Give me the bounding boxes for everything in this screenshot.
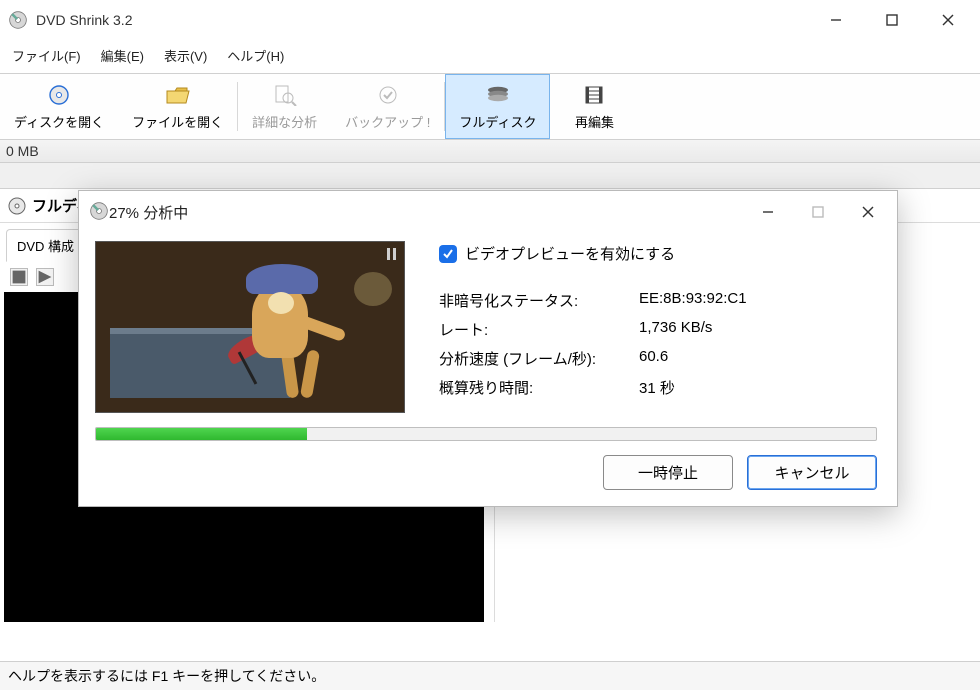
toolbar-analyze: 詳細な分析 bbox=[238, 74, 331, 139]
menubar: ファイル(F) 編集(E) 表示(V) ヘルプ(H) bbox=[0, 40, 980, 74]
dialog-title: 27% 分析中 bbox=[109, 202, 188, 223]
cancel-button[interactable]: キャンセル bbox=[747, 455, 877, 490]
preview-checkbox-label: ビデオプレビューを有効にする bbox=[465, 243, 675, 264]
dialog-minimize-button[interactable] bbox=[743, 191, 793, 233]
toolbar-open-disc[interactable]: ディスクを開く bbox=[0, 74, 118, 139]
video-preview-thumbnail bbox=[95, 241, 405, 413]
toolbar-open-file[interactable]: ファイルを開く bbox=[118, 74, 237, 139]
toolbar-full-disc[interactable]: フルディスク bbox=[445, 74, 550, 139]
row-rate: レート: 1,736 KB/s bbox=[439, 319, 877, 340]
analyze-dialog: 27% 分析中 ビデオプレビ bbox=[78, 190, 898, 507]
magnifier-doc-icon bbox=[272, 84, 298, 106]
toolbar-backup-label: バックアップ ! bbox=[345, 112, 430, 131]
backup-icon bbox=[375, 84, 401, 106]
app-icon bbox=[8, 10, 28, 30]
main-minimize-button[interactable] bbox=[808, 0, 864, 40]
progress-bar bbox=[95, 427, 877, 441]
app-title: DVD Shrink 3.2 bbox=[36, 12, 132, 28]
toolbar-open-file-label: ファイルを開く bbox=[132, 112, 223, 131]
row-eta: 概算残り時間: 31 秒 bbox=[439, 377, 877, 398]
fps-label: 分析速度 (フレーム/秒): bbox=[439, 348, 639, 369]
stack-disc-icon bbox=[485, 84, 511, 106]
eta-value: 31 秒 bbox=[639, 377, 877, 398]
dialog-button-row: 一時停止 キャンセル bbox=[79, 447, 897, 506]
disc-small-icon bbox=[8, 197, 26, 215]
menu-help[interactable]: ヘルプ(H) bbox=[225, 44, 286, 67]
dialog-info: ビデオプレビューを有効にする 非暗号化ステータス: EE:8B:93:92:C1… bbox=[439, 241, 877, 413]
rate-value: 1,736 KB/s bbox=[639, 319, 877, 340]
structure-tab[interactable]: DVD 構成 bbox=[6, 229, 85, 262]
row-decrypt: 非暗号化ステータス: EE:8B:93:92:C1 bbox=[439, 290, 877, 311]
toolbar-backup: バックアップ ! bbox=[331, 74, 444, 139]
eta-label: 概算残り時間: bbox=[439, 377, 639, 398]
toolbar-open-disc-label: ディスクを開く bbox=[14, 112, 104, 131]
checkbox-checked-icon[interactable] bbox=[439, 245, 457, 263]
main-maximize-button[interactable] bbox=[864, 0, 920, 40]
row-fps: 分析速度 (フレーム/秒): 60.6 bbox=[439, 348, 877, 369]
pause-overlay-icon bbox=[387, 248, 396, 260]
decrypt-label: 非暗号化ステータス: bbox=[439, 290, 639, 311]
toolbar: ディスクを開く ファイルを開く 詳細な分析 バックアップ ! フルディスク 再編… bbox=[0, 74, 980, 140]
film-icon bbox=[581, 84, 607, 106]
preview-checkbox-row[interactable]: ビデオプレビューを有効にする bbox=[439, 243, 877, 264]
spacer-strip bbox=[0, 163, 980, 189]
disc-icon bbox=[46, 84, 72, 106]
main-titlebar: DVD Shrink 3.2 bbox=[0, 0, 980, 40]
pause-button[interactable]: 一時停止 bbox=[603, 455, 733, 490]
toolbar-reauthor[interactable]: 再編集 bbox=[550, 74, 638, 139]
dialog-titlebar: 27% 分析中 bbox=[79, 191, 897, 233]
folder-open-icon bbox=[165, 84, 191, 106]
dialog-app-icon bbox=[89, 201, 109, 224]
dialog-close-button[interactable] bbox=[843, 191, 893, 233]
toolbar-full-disc-label: フルディスク bbox=[459, 112, 536, 131]
menu-edit[interactable]: 編集(E) bbox=[99, 44, 146, 67]
rate-label: レート: bbox=[439, 319, 639, 340]
progress-fill bbox=[96, 428, 307, 440]
menu-view[interactable]: 表示(V) bbox=[162, 44, 209, 67]
dialog-maximize-button bbox=[793, 191, 843, 233]
size-strip: 0 MB bbox=[0, 140, 980, 163]
main-close-button[interactable] bbox=[920, 0, 976, 40]
progress-wrap bbox=[79, 417, 897, 447]
stop-button[interactable] bbox=[10, 268, 28, 286]
play-button[interactable] bbox=[36, 268, 54, 286]
menu-file[interactable]: ファイル(F) bbox=[10, 44, 83, 67]
statusbar: ヘルプを表示するには F1 キーを押してください。 bbox=[0, 661, 980, 690]
dialog-body: ビデオプレビューを有効にする 非暗号化ステータス: EE:8B:93:92:C1… bbox=[79, 233, 897, 417]
toolbar-reauthor-label: 再編集 bbox=[575, 112, 614, 131]
decrypt-value: EE:8B:93:92:C1 bbox=[639, 290, 877, 311]
fps-value: 60.6 bbox=[639, 348, 877, 369]
toolbar-analyze-label: 詳細な分析 bbox=[252, 112, 317, 131]
